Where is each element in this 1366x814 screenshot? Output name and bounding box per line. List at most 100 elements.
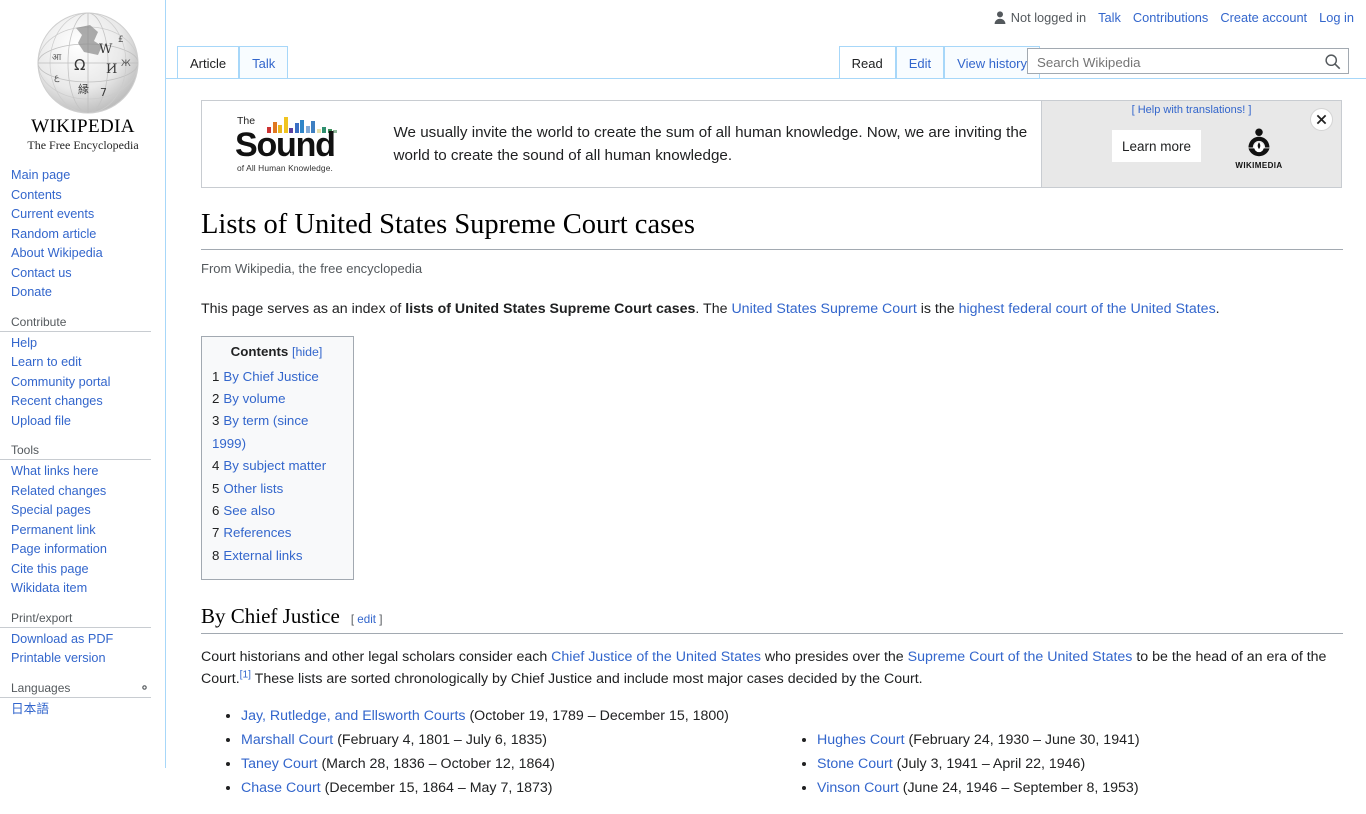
tab-article[interactable]: Article	[177, 46, 240, 78]
section-paragraph: Court historians and other legal scholar…	[201, 647, 1343, 690]
link-united-states-supreme-court[interactable]: United States Supreme Court	[731, 301, 916, 317]
toc-link-3[interactable]: By term (since 1999)	[212, 413, 308, 450]
search-input[interactable]	[1035, 49, 1319, 75]
svg-text:आ: आ	[52, 53, 62, 63]
lead-text-1: This page serves as an index of	[201, 300, 406, 317]
view-tabs: Read Edit View history	[838, 46, 1040, 78]
toc-num-8: 8	[212, 547, 220, 563]
toc-link-1[interactable]: By Chief Justice	[223, 369, 318, 384]
toc-link-4[interactable]: By subject matter	[223, 458, 326, 473]
sidebar-item-help[interactable]: Help	[11, 334, 165, 354]
list-item[interactable]: Jay, Rutledge, and Ellsworth Courts (Oct…	[241, 704, 821, 728]
tab-edit[interactable]: Edit	[895, 46, 945, 78]
sidebar-item-download-as-pdf[interactable]: Download as PDF	[11, 630, 165, 650]
sidebar-item-wikidata-item[interactable]: Wikidata item	[11, 579, 165, 599]
toc-item-4[interactable]: 4 By subject matter	[212, 455, 341, 477]
personal-link-login[interactable]: Log in	[1319, 10, 1354, 25]
sidebar-item-contact-us[interactable]: Contact us	[11, 264, 165, 284]
sidebar-item-page-information[interactable]: Page information	[11, 540, 165, 560]
sidebar-item-about-wikipedia[interactable]: About Wikipedia	[11, 244, 165, 264]
sidebar-item-random-article[interactable]: Random article	[11, 225, 165, 245]
link-marshall-court[interactable]: Marshall Court	[241, 732, 333, 748]
sidebar-section-contribute: Contribute Help Learn to edit Community …	[0, 311, 165, 432]
personal-link-talk[interactable]: Talk	[1098, 10, 1121, 25]
link-hughes-court[interactable]: Hughes Court	[817, 732, 905, 748]
tab-talk[interactable]: Talk	[239, 46, 289, 78]
sidebar-list-tools: What links here Related changes Special …	[0, 460, 165, 599]
sidebar-item-cite-this-page[interactable]: Cite this page	[11, 560, 165, 580]
toc-toggle-hide[interactable]: [hide]	[292, 345, 322, 359]
sidebar-item-community-portal[interactable]: Community portal	[11, 373, 165, 393]
toc-item-8[interactable]: 8 External links	[212, 545, 341, 567]
sidebar-item-contents[interactable]: Contents	[11, 186, 165, 206]
sidebar-list-navigation: Main page Contents Current events Random…	[0, 160, 165, 303]
link-highest-federal-court[interactable]: highest federal court of the United Stat…	[959, 301, 1216, 317]
close-banner-button[interactable]	[1310, 108, 1333, 131]
toc-num-7: 7	[212, 525, 220, 541]
edit-link-anchor[interactable]: edit	[357, 613, 376, 626]
toc-link-2[interactable]: By volume	[223, 391, 285, 406]
toc-item-5[interactable]: 5 Other lists	[212, 478, 341, 500]
link-chief-justice-of-the-united-states[interactable]: Chief Justice of the United States	[551, 649, 761, 665]
list-item[interactable]: Stone Court (July 3, 1941 – April 22, 19…	[817, 752, 1366, 776]
sidebar-item-donate[interactable]: Donate	[11, 283, 165, 303]
learn-more-button[interactable]: Learn more	[1112, 130, 1201, 162]
personal-link-contributions[interactable]: Contributions	[1133, 10, 1208, 25]
toc-item-7[interactable]: 7 References	[212, 522, 341, 544]
reference-link-1[interactable]: [1]	[240, 669, 251, 680]
sidebar-item-recent-changes[interactable]: Recent changes	[11, 392, 165, 412]
list-item[interactable]: Taney Court (March 28, 1836 – October 12…	[241, 752, 821, 776]
sound-logo-word: Sound	[235, 126, 336, 164]
edit-bracket-close: ]	[379, 613, 383, 627]
toc-link-6[interactable]: See also	[223, 503, 275, 518]
toc-item-2[interactable]: 2 By volume	[212, 388, 341, 410]
help-with-translations-link[interactable]: [ Help with translations! ]	[1042, 104, 1341, 116]
toc-item-6[interactable]: 6 See also	[212, 500, 341, 522]
toc-item-3[interactable]: 3 By term (since 1999)	[212, 410, 341, 455]
list-item[interactable]: Marshall Court (February 4, 1801 – July …	[241, 728, 821, 752]
sidebar-item-related-changes[interactable]: Related changes	[11, 482, 165, 502]
lead-text-2: . The	[695, 300, 732, 317]
sidebar-item-current-events[interactable]: Current events	[11, 205, 165, 225]
gear-icon[interactable]	[138, 681, 151, 694]
link-chase-court[interactable]: Chase Court	[241, 780, 321, 796]
search-box[interactable]	[1027, 48, 1349, 75]
link-stone-court[interactable]: Stone Court	[817, 756, 893, 772]
toc-link-8[interactable]: External links	[223, 548, 302, 563]
sidebar-item-learn-to-edit[interactable]: Learn to edit	[11, 353, 165, 373]
list-item[interactable]: Vinson Court (June 24, 1946 – September …	[817, 776, 1366, 800]
sidebar-item-permanent-link[interactable]: Permanent link	[11, 521, 165, 541]
sidebar-item-special-pages[interactable]: Special pages	[11, 501, 165, 521]
svg-text:7: 7	[100, 86, 107, 99]
list-item[interactable]: Chase Court (December 15, 1864 – May 7, …	[241, 776, 821, 800]
list-item[interactable]: Hughes Court (February 24, 1930 – June 3…	[817, 728, 1366, 752]
toc-num-1: 1	[212, 368, 220, 384]
link-taney-court[interactable]: Taney Court	[241, 756, 318, 772]
tab-view-history[interactable]: View history	[944, 46, 1040, 78]
sidebar-languages-header: Languages	[0, 677, 151, 698]
sidebar: Ω W И 縁 7 आ ع £ Ж WIKIPEDIA The Free Enc…	[0, 0, 166, 768]
link-jay-rutledge-ellsworth-courts[interactable]: Jay, Rutledge, and Ellsworth Courts	[241, 708, 465, 724]
lead-bold-term: lists of United States Supreme Court cas…	[405, 300, 696, 317]
search-button[interactable]	[1318, 51, 1346, 71]
court-dates: (December 15, 1864 – May 7, 1873)	[324, 780, 553, 797]
section-heading-by-chief-justice: By Chief Justice	[201, 604, 340, 629]
tab-read[interactable]: Read	[838, 46, 896, 78]
toc-link-7[interactable]: References	[223, 525, 291, 540]
personal-link-create-account[interactable]: Create account	[1220, 10, 1307, 25]
section-heading-row: By Chief Justice [ edit ]	[201, 604, 1343, 635]
sidebar-item-what-links-here[interactable]: What links here	[11, 462, 165, 482]
wikipedia-logo[interactable]: Ω W И 縁 7 आ ع £ Ж WIKIPEDIA The Free Enc…	[0, 0, 166, 160]
sidebar-item-japanese[interactable]: 日本語	[11, 700, 165, 720]
link-supreme-court-of-the-united-states[interactable]: Supreme Court of the United States	[908, 649, 1133, 665]
edit-bracket-open: [	[350, 613, 355, 627]
sidebar-item-printable-version[interactable]: Printable version	[11, 649, 165, 669]
wikimedia-label: WIKIMEDIA	[1235, 161, 1283, 170]
sidebar-item-main-page[interactable]: Main page	[11, 166, 165, 186]
toc-item-1[interactable]: 1 By Chief Justice	[212, 366, 341, 388]
sidebar-section-tools: Tools What links here Related changes Sp…	[0, 439, 165, 599]
reference-marker-1[interactable]: [1]	[240, 669, 251, 680]
sidebar-item-upload-file[interactable]: Upload file	[11, 412, 165, 432]
link-vinson-court[interactable]: Vinson Court	[817, 780, 899, 796]
toc-link-5[interactable]: Other lists	[223, 481, 283, 496]
